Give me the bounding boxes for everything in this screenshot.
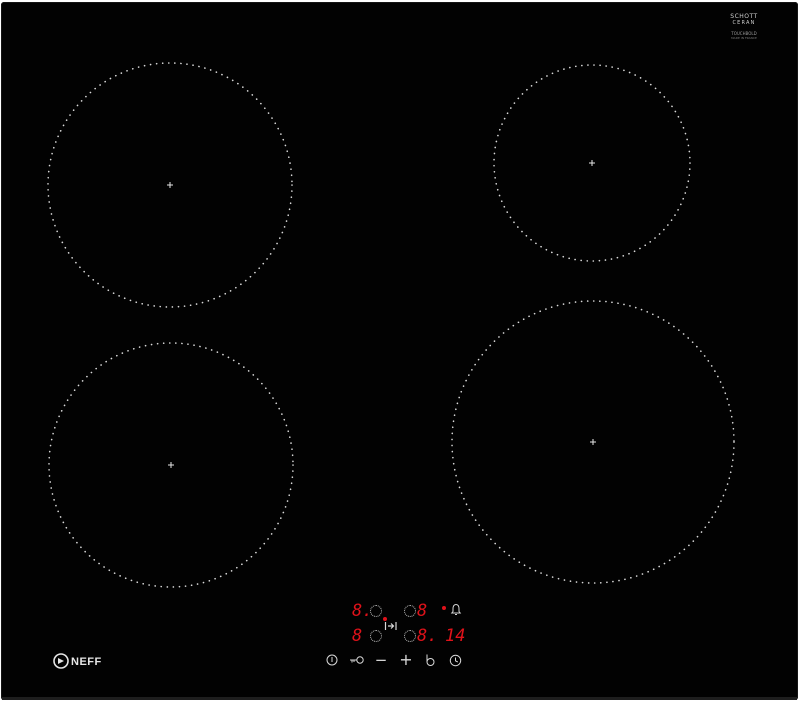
increase-button[interactable]: + bbox=[398, 652, 414, 668]
timer-indicator-dot bbox=[442, 606, 446, 610]
child-lock-button[interactable] bbox=[349, 655, 365, 665]
zone-rear-left-center-mark bbox=[168, 462, 174, 468]
brand-logo: NEFF bbox=[53, 653, 102, 669]
display-bottom-left: 8 bbox=[352, 626, 363, 646]
glass-mark-line4: MADE IN FRANCE bbox=[731, 36, 757, 40]
zone-front-left-center-mark bbox=[167, 182, 173, 188]
alarm-bell-icon bbox=[450, 603, 462, 615]
brand-name: NEFF bbox=[71, 656, 102, 668]
clock-icon bbox=[449, 654, 461, 667]
zone-indicator-bottom-left bbox=[370, 630, 382, 642]
timer-display: 14 bbox=[445, 626, 466, 646]
boost-icon bbox=[426, 654, 435, 666]
child-lock-icon bbox=[350, 656, 364, 664]
zone-combine-icon bbox=[384, 622, 397, 630]
boost-button[interactable] bbox=[422, 653, 438, 667]
timer-button[interactable] bbox=[447, 654, 463, 667]
glass-manufacturer-mark: SCHOTT CERAN TOUCHBOLD MADE IN FRANCE bbox=[718, 14, 770, 40]
zone-indicator-top-right bbox=[404, 605, 416, 617]
power-button[interactable] bbox=[324, 654, 340, 666]
display-bottom-right: 8. bbox=[417, 626, 438, 646]
power-icon bbox=[326, 654, 338, 666]
zone-rear-right-center-mark bbox=[589, 160, 595, 166]
decrease-button[interactable]: − bbox=[373, 653, 389, 668]
display-top-right: 8 bbox=[417, 601, 428, 621]
zone-front-right-center-mark bbox=[590, 439, 596, 445]
glass-mark-line2: CERAN bbox=[732, 20, 756, 26]
zone-indicator-top-left bbox=[370, 605, 382, 617]
zone-indicator-bottom-right bbox=[404, 630, 416, 642]
cooking-zones bbox=[47, 62, 735, 588]
